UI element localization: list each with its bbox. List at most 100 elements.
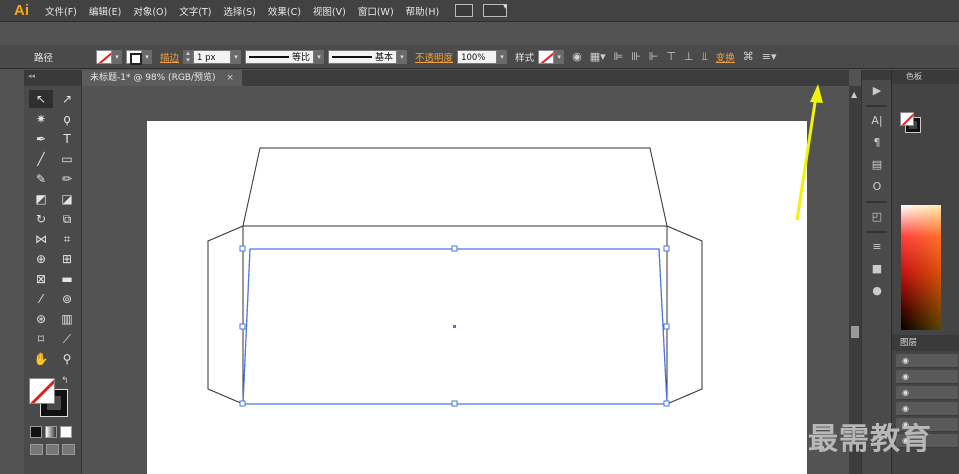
menu-edit[interactable]: 编辑(E) — [83, 4, 127, 18]
stroke-weight-field[interactable]: 1 px — [193, 49, 232, 64]
pen-tool-icon[interactable]: ✒ — [29, 130, 53, 148]
magic-wand-tool-icon[interactable]: ✷ — [29, 110, 53, 128]
transparency-panel-icon[interactable]: ● — [862, 280, 892, 302]
bbox-handle-tm[interactable] — [451, 245, 458, 252]
tools-grip[interactable]: ◂◂ — [24, 70, 81, 86]
bbox-handle-mr[interactable] — [663, 323, 670, 330]
rectangle-tool-icon[interactable]: ▭ — [55, 150, 79, 168]
gradient-mode-icon[interactable] — [45, 426, 57, 438]
swap-fill-stroke-icon[interactable]: ↰ — [61, 376, 69, 386]
lasso-tool-icon[interactable]: ϙ — [55, 110, 79, 128]
paintbrush-tool-icon[interactable]: ✎ — [29, 170, 53, 188]
bbox-handle-tr[interactable] — [663, 245, 670, 252]
document-setup-icon[interactable]: ▦▾ — [586, 50, 610, 63]
arrange-documents-icon[interactable] — [483, 2, 507, 17]
align-middle-icon[interactable]: ⊥ — [680, 50, 698, 63]
character-panel-icon[interactable]: A| — [862, 110, 892, 132]
shape-builder-tool-icon[interactable]: ⊕ — [29, 250, 53, 268]
align-bottom-icon[interactable]: ⫫ — [698, 50, 712, 64]
draw-normal-icon[interactable] — [30, 444, 43, 455]
draw-inside-icon[interactable] — [62, 444, 75, 455]
menu-select[interactable]: 选择(S) — [217, 4, 261, 18]
stroke-weight-dropdown-icon[interactable]: ▾ — [231, 49, 242, 64]
menu-help[interactable]: 帮助(H) — [400, 4, 446, 18]
profile-dropdown-icon[interactable]: ▾ — [314, 49, 325, 64]
variable-width-profile[interactable]: 等比 — [245, 49, 315, 64]
envelope-right-flap[interactable] — [666, 225, 703, 405]
recolor-artwork-icon[interactable]: ◉ — [568, 50, 586, 63]
align-top-icon[interactable]: ⊤ — [662, 50, 680, 63]
visibility-eye-icon[interactable]: ◉ — [902, 388, 909, 397]
blend-tool-icon[interactable]: ⊚ — [55, 290, 79, 308]
style-dropdown-icon[interactable]: ▾ — [554, 49, 565, 64]
stroke-panel-icon[interactable]: ≡ — [862, 236, 892, 258]
menu-window[interactable]: 窗口(W) — [352, 4, 400, 18]
blob-brush-tool-icon[interactable]: ◩ — [29, 190, 53, 208]
graphic-style-swatch[interactable] — [538, 49, 555, 64]
stroke-weight-spinner[interactable]: ▴ ▾ — [183, 49, 194, 64]
opacity-panel-link[interactable]: 不透明度 — [411, 50, 457, 64]
isolate-icon[interactable]: ⌘ — [739, 50, 758, 63]
pathfinder-panel-icon[interactable]: ◰ — [862, 206, 892, 228]
align-left-icon[interactable]: ⊫ — [610, 50, 628, 63]
none-mode-icon[interactable] — [60, 426, 72, 438]
dock-grip[interactable] — [862, 70, 891, 80]
panel-menu-icon[interactable]: ≡▾ — [758, 50, 781, 63]
rotate-tool-icon[interactable]: ↻ — [29, 210, 53, 228]
slice-tool-icon[interactable]: ⟋ — [55, 330, 79, 348]
gradient-tool-icon[interactable]: ▬ — [55, 270, 79, 288]
scroll-thumb[interactable] — [851, 326, 859, 338]
menu-file[interactable]: 文件(F) — [39, 4, 83, 18]
draw-behind-icon[interactable] — [46, 444, 59, 455]
line-tool-icon[interactable]: ╱ — [29, 150, 53, 168]
envelope-top-flap[interactable] — [242, 147, 668, 227]
menu-view[interactable]: 视图(V) — [307, 4, 352, 18]
bbox-handle-ml[interactable] — [239, 323, 246, 330]
opacity-dropdown-icon[interactable]: ▾ — [497, 49, 508, 64]
play-icon[interactable]: ▶ — [862, 80, 892, 102]
eyedropper-tool-icon[interactable]: ⁄ — [29, 290, 53, 308]
align-panel-icon[interactable]: ▤ — [862, 154, 892, 176]
direct-selection-tool-icon[interactable]: ↗ — [55, 90, 79, 108]
bridge-icon[interactable] — [455, 4, 474, 17]
scale-tool-icon[interactable]: ⧉ — [55, 210, 79, 228]
envelope-left-flap[interactable] — [207, 225, 244, 405]
layer-row[interactable]: ◉ — [896, 354, 958, 368]
fill-swatch[interactable] — [96, 49, 112, 64]
align-right-icon[interactable]: ⊩ — [645, 50, 663, 63]
visibility-eye-icon[interactable]: ◉ — [902, 372, 909, 381]
gradient-panel-icon[interactable]: ■ — [862, 258, 892, 280]
menu-effect[interactable]: 效果(C) — [262, 4, 307, 18]
stroke-panel-link[interactable]: 描边 — [156, 50, 183, 64]
menu-type[interactable]: 文字(T) — [173, 4, 217, 18]
perspective-grid-tool-icon[interactable]: ⊞ — [55, 250, 79, 268]
visibility-eye-icon[interactable]: ◉ — [902, 356, 909, 365]
stroke-swatch[interactable] — [126, 49, 142, 65]
opentype-panel-icon[interactable]: O — [862, 176, 892, 198]
layer-row[interactable]: ◉ — [896, 370, 958, 384]
bbox-handle-bl[interactable] — [239, 400, 246, 407]
paragraph-panel-icon[interactable]: ¶ — [862, 132, 892, 154]
align-center-icon[interactable]: ⊪ — [627, 50, 645, 63]
opacity-field[interactable]: 100% — [457, 49, 498, 64]
stroke-dropdown-icon[interactable]: ▾ — [142, 49, 152, 64]
layer-row[interactable]: ◉ — [896, 386, 958, 400]
canvas-area[interactable] — [82, 86, 849, 474]
bbox-handle-tl[interactable] — [239, 245, 246, 252]
bbox-handle-br[interactable] — [663, 400, 670, 407]
close-icon[interactable]: × — [226, 73, 234, 83]
brush-definition[interactable]: 基本 — [328, 49, 398, 64]
document-tab[interactable]: 未标题-1* @ 98% (RGB/预览) × — [82, 70, 242, 86]
layers-tab[interactable]: 图层 — [892, 335, 959, 351]
width-tool-icon[interactable]: ⋈ — [29, 230, 53, 248]
zoom-tool-icon[interactable]: ⚲ — [55, 350, 79, 368]
visibility-eye-icon[interactable]: ◉ — [902, 404, 909, 413]
bbox-handle-bm[interactable] — [451, 400, 458, 407]
color-mode-icon[interactable] — [30, 426, 42, 438]
fill-dropdown-icon[interactable]: ▾ — [112, 49, 122, 64]
brush-dropdown-icon[interactable]: ▾ — [397, 49, 408, 64]
pencil-tool-icon[interactable]: ✏ — [55, 170, 79, 188]
swatches-tab[interactable]: 色板 — [892, 70, 959, 84]
symbol-sprayer-tool-icon[interactable]: ⊛ — [29, 310, 53, 328]
mini-fill-box[interactable] — [900, 112, 914, 126]
